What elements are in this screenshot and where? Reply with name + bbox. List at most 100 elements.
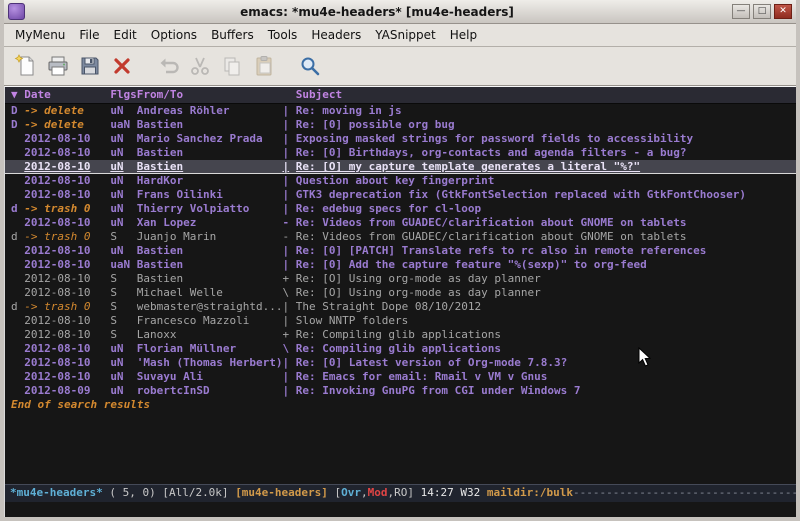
message-row[interactable]: 2012-08-10uNMario Sanchez Prada|Exposing… <box>5 132 796 146</box>
message-row[interactable]: 2012-08-10uNHardKor|Question about key f… <box>5 174 796 188</box>
print-button[interactable] <box>43 51 73 81</box>
message-flags: uN <box>110 146 136 160</box>
message-row[interactable]: d-> trash 0uNThierry Volpiatto|Re: edebu… <box>5 202 796 216</box>
print-icon <box>46 54 70 78</box>
message-row[interactable]: 2012-08-10uNXan Lopez-Re: Videos from GU… <box>5 216 796 230</box>
menu-help[interactable]: Help <box>443 26 484 44</box>
new-file-button[interactable] <box>11 51 41 81</box>
thread-indicator: | <box>282 132 295 146</box>
menu-headers[interactable]: Headers <box>304 26 368 44</box>
message-date: 2012-08-09 <box>24 384 110 398</box>
close-buffer-button[interactable] <box>107 51 137 81</box>
message-subject: Re: edebug specs for cl-loop <box>296 202 796 216</box>
message-flags: uN <box>110 132 136 146</box>
message-subject: Re: Invoking GnuPG from CGI under Window… <box>296 384 796 398</box>
maximize-button[interactable]: □ <box>753 4 771 19</box>
thread-indicator: + <box>282 328 295 342</box>
menu-mymenu[interactable]: MyMenu <box>8 26 72 44</box>
column-header-flags[interactable]: Flgs <box>110 87 136 103</box>
message-date: 2012-08-10 <box>24 328 110 342</box>
mark-indicator: D <box>11 104 24 118</box>
mark-indicator <box>11 258 24 272</box>
menu-tools[interactable]: Tools <box>261 26 305 44</box>
mark-indicator <box>11 216 24 230</box>
message-date: 2012-08-10 <box>24 314 110 328</box>
message-date: 2012-08-10 <box>24 286 110 300</box>
menu-edit[interactable]: Edit <box>107 26 144 44</box>
mark-indicator <box>11 328 24 342</box>
close-button[interactable]: ✕ <box>774 4 792 19</box>
message-flags: uN <box>110 244 136 258</box>
message-row[interactable]: 2012-08-10uNSuvayu Ali|Re: Emacs for ema… <box>5 370 796 384</box>
mark-indicator: d <box>11 202 24 216</box>
message-date: 2012-08-10 <box>24 272 110 286</box>
thread-indicator: \ <box>282 286 295 300</box>
message-flags: uN <box>110 342 136 356</box>
thread-indicator: | <box>282 370 295 384</box>
message-from: Francesco Mazzoli <box>137 314 283 328</box>
message-flags: uN <box>110 384 136 398</box>
message-from: Xan Lopez <box>137 216 283 230</box>
modeline-folder: maildir:/bulk <box>487 486 573 499</box>
message-subject: Re: Compiling glib applications <box>296 328 796 342</box>
menu-options[interactable]: Options <box>144 26 204 44</box>
message-row[interactable]: D-> deleteuNAndreas Röhler|Re: moving in… <box>5 104 796 118</box>
toolbar-separator <box>280 47 294 85</box>
emacs-window: emacs: *mu4e-headers* [mu4e-headers] —□✕… <box>0 0 800 521</box>
mark-indicator <box>11 188 24 202</box>
thread-indicator: + <box>282 272 295 286</box>
message-date: 2012-08-10 <box>24 216 110 230</box>
message-row[interactable]: 2012-08-10SLanoxx+Re: Compiling glib app… <box>5 328 796 342</box>
minimize-button[interactable]: — <box>732 4 750 19</box>
column-header-from[interactable]: From/To <box>137 87 283 103</box>
save-button[interactable] <box>75 51 105 81</box>
message-row[interactable]: 2012-08-10uNFlorian Müllner\Re: Compilin… <box>5 342 796 356</box>
mark-action: -> delete <box>24 118 110 132</box>
message-date: 2012-08-10 <box>24 244 110 258</box>
message-from: Bastien <box>137 258 283 272</box>
sort-direction-icon[interactable]: ▼ <box>11 87 24 103</box>
message-row[interactable]: 2012-08-10SFrancesco Mazzoli|Slow NNTP f… <box>5 314 796 328</box>
mode-line[interactable]: *mu4e-headers* ( 5, 0) [All/2.0k] [mu4e-… <box>5 484 796 502</box>
undo-icon <box>156 54 180 78</box>
menu-yasnippet[interactable]: YASnippet <box>368 26 443 44</box>
toolbar <box>4 47 796 86</box>
message-row[interactable]: d-> trash 0Swebmaster@straightd...|The S… <box>5 300 796 314</box>
message-subject: Re: [O] Using org-mode as day planner <box>296 272 796 286</box>
message-from: 'Mash (Thomas Herbert) <box>137 356 283 370</box>
message-row[interactable]: 2012-08-10uNFrans Oilinki|GTK3 deprecati… <box>5 188 796 202</box>
message-subject: Exposing masked strings for password fie… <box>296 132 796 146</box>
message-row[interactable]: 2012-08-10uNBastien|Re: [0] Birthdays, o… <box>5 146 796 160</box>
menu-buffers[interactable]: Buffers <box>204 26 261 44</box>
message-row[interactable]: d-> trash 0SJuanjo Marin-Re: Videos from… <box>5 230 796 244</box>
message-row[interactable]: 2012-08-09uNrobertcInSD|Re: Invoking Gnu… <box>5 384 796 398</box>
message-row[interactable]: 2012-08-10SBastien+Re: [O] Using org-mod… <box>5 272 796 286</box>
title-bar[interactable]: emacs: *mu4e-headers* [mu4e-headers] —□✕ <box>4 0 796 24</box>
message-row[interactable]: 2012-08-10uNBastien|Re: [O] my capture t… <box>5 160 796 174</box>
modeline-dashes: ----------------------------------------… <box>573 486 796 499</box>
message-row[interactable]: 2012-08-10uN'Mash (Thomas Herbert)|Re: [… <box>5 356 796 370</box>
message-row[interactable]: 2012-08-10uNBastien|Re: [0] [PATCH] Tran… <box>5 244 796 258</box>
thread-indicator: | <box>282 146 295 160</box>
modeline-size: [All/2.0k] <box>162 486 235 499</box>
message-subject: Re: moving in js <box>296 104 796 118</box>
mark-indicator <box>11 286 24 300</box>
message-subject: Question about key fingerprint <box>296 174 796 188</box>
message-flags: uN <box>110 202 136 216</box>
thread-indicator: | <box>282 356 295 370</box>
mark-indicator <box>11 174 24 188</box>
message-subject: Re: [0] Latest version of Org-mode 7.8.3… <box>296 356 796 370</box>
message-row[interactable]: 2012-08-10SMichael Welle\Re: [O] Using o… <box>5 286 796 300</box>
mark-action: -> trash 0 <box>24 202 110 216</box>
echo-area[interactable] <box>5 502 796 517</box>
emacs-icon <box>8 3 25 20</box>
thread-indicator: | <box>282 300 295 314</box>
modeline-major-mode: [mu4e-headers] <box>235 486 334 499</box>
message-row[interactable]: D-> deleteuaNBastien|Re: [0] possible or… <box>5 118 796 132</box>
thread-indicator: | <box>282 118 295 132</box>
message-row[interactable]: 2012-08-10uaNBastien|Re: [0] Add the cap… <box>5 258 796 272</box>
column-header-subject[interactable]: Subject <box>296 87 796 103</box>
column-header-date[interactable]: Date <box>24 87 110 103</box>
menu-file[interactable]: File <box>72 26 106 44</box>
search-button[interactable] <box>295 51 325 81</box>
